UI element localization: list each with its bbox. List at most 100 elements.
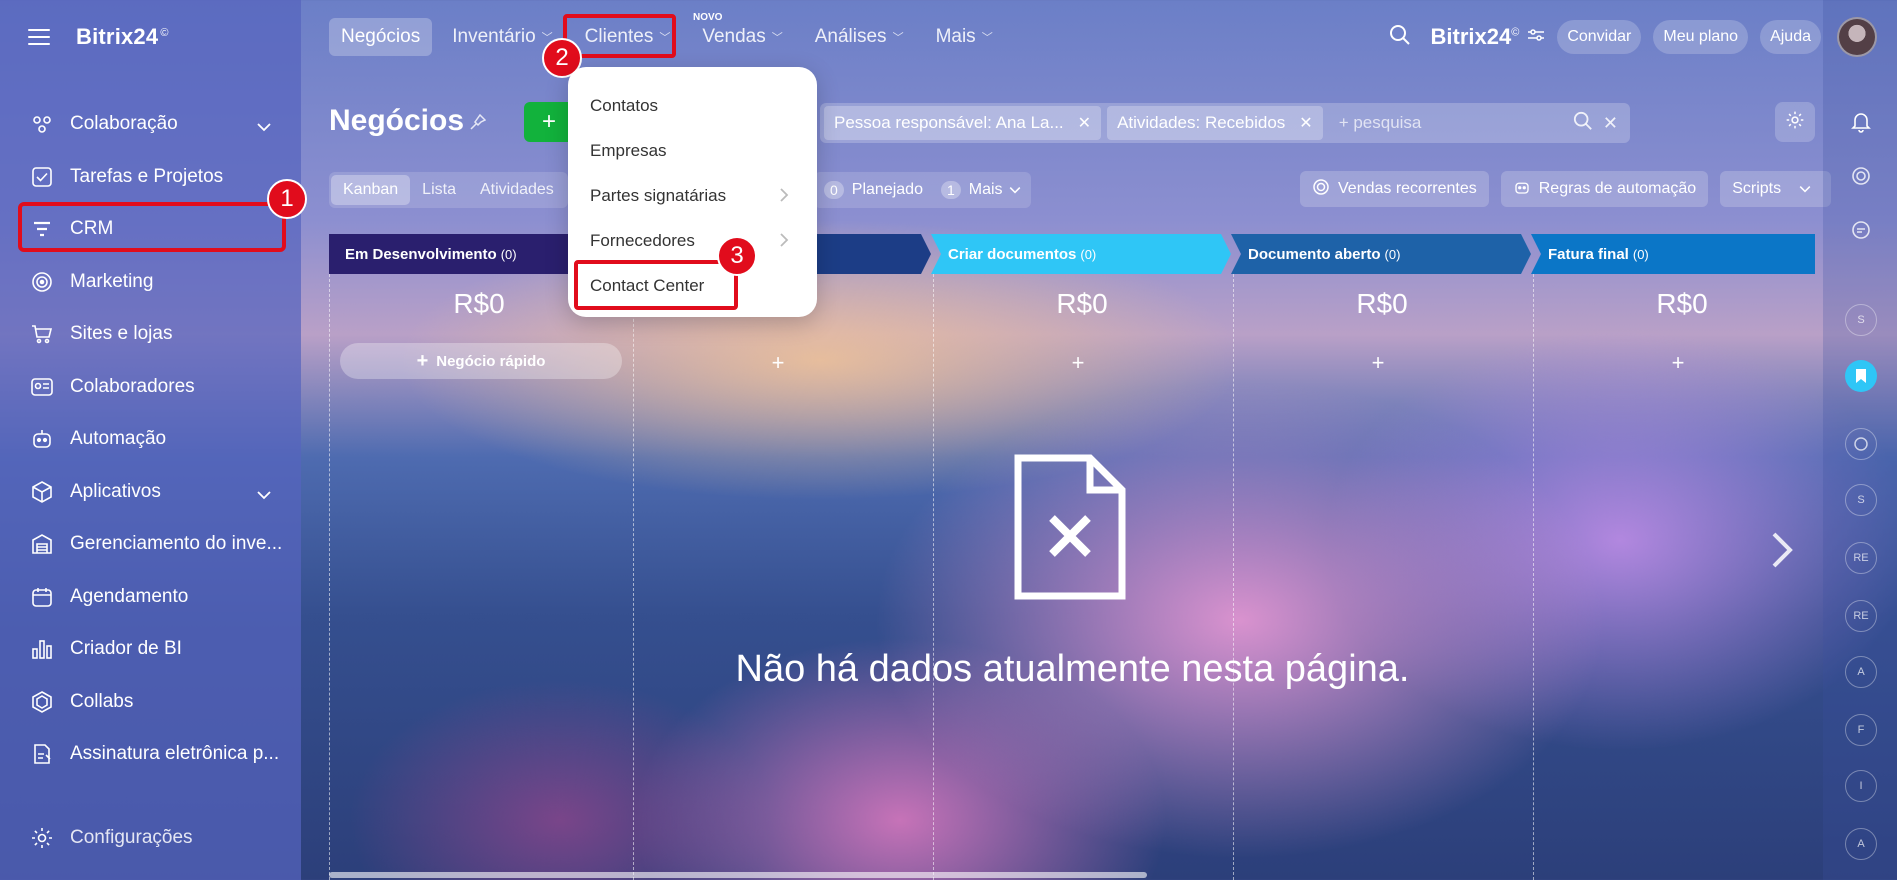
rail-avatar[interactable]: S	[1845, 304, 1877, 336]
menu-icon[interactable]	[28, 29, 50, 45]
menu-item-label: Partes signatárias	[590, 185, 727, 205]
column-divider	[329, 274, 330, 880]
brand-logo-top[interactable]: Bitrix24©	[1431, 24, 1520, 50]
rail-avatar[interactable]: A	[1845, 656, 1877, 688]
sidebar-item-aplicativos[interactable]: Aplicativos	[0, 466, 301, 519]
add-card-button[interactable]: +	[928, 350, 1228, 376]
filter-search-bar[interactable]: Pessoa responsável: Ana La... ✕ Atividade…	[820, 103, 1630, 143]
rail-avatar-icon[interactable]	[1845, 428, 1877, 460]
button-label: Negócio rápido	[436, 352, 546, 370]
menu-item-partes-signatarias[interactable]: Partes signatárias	[568, 173, 817, 218]
pin-icon[interactable]	[470, 113, 487, 135]
filter-chip[interactable]: Pessoa responsável: Ana La... ✕	[824, 106, 1102, 140]
sidebar-item-colaboradores[interactable]: Colaboradores	[0, 361, 301, 414]
rail-avatar[interactable]: I	[1845, 770, 1877, 802]
view-lista[interactable]: Lista	[410, 175, 468, 205]
bookmark-icon[interactable]	[1845, 360, 1877, 392]
stage-header-label: Criar documentos (0)	[948, 245, 1097, 263]
tab-label: Vendas	[702, 26, 766, 47]
help-button[interactable]: Ajuda	[1760, 20, 1821, 54]
contact-center-highlight-box	[574, 260, 738, 310]
view-kanban[interactable]: Kanban	[331, 175, 411, 205]
tab-mais[interactable]: Mais ﹀	[924, 18, 1005, 56]
marketing-icon	[30, 270, 54, 294]
search-icon[interactable]	[1573, 111, 1593, 136]
menu-item-fornecedores[interactable]: Fornecedores	[568, 218, 817, 263]
e-signature-icon	[30, 742, 54, 766]
add-card-button[interactable]: +	[628, 350, 928, 376]
chevron-down-icon[interactable]	[257, 484, 271, 506]
bell-icon[interactable]	[1845, 106, 1877, 138]
left-sidebar: Bitrix24 © Colaboração Tarefas e Projetos…	[0, 0, 301, 880]
search-input[interactable]: + pesquisa	[1339, 113, 1573, 133]
recurring-sales-button[interactable]: Vendas recorrentes	[1300, 171, 1489, 207]
automation-rules-button[interactable]: Regras de automação	[1500, 171, 1709, 207]
menu-item-label: Contatos	[590, 95, 659, 115]
tab-negocios[interactable]: Negócios	[329, 18, 433, 56]
filter-chip[interactable]: Atividades: Recebidos ✕	[1107, 106, 1323, 140]
copilot-icon[interactable]	[1845, 160, 1877, 192]
invite-button[interactable]: Convidar	[1557, 20, 1642, 54]
warehouse-icon	[30, 532, 54, 556]
sidebar-item-label: Colaboração	[70, 113, 178, 135]
more-label[interactable]: Mais	[969, 181, 1003, 199]
brand-logo[interactable]: Bitrix24 ©	[76, 24, 169, 50]
sidebar-item-marketing[interactable]: Marketing	[0, 256, 301, 309]
rail-avatar[interactable]: RE	[1845, 542, 1877, 574]
stage-header-label: Documento aberto (0)	[1248, 245, 1401, 263]
sidebar-item-tarefas[interactable]: Tarefas e Projetos	[0, 151, 301, 204]
rail-avatar[interactable]: RE	[1845, 600, 1877, 632]
sidebar-item-agendamento[interactable]: Agendamento	[0, 571, 301, 624]
rail-avatar[interactable]: A	[1845, 828, 1877, 860]
planned-label[interactable]: Planejado	[852, 181, 923, 199]
sidebar-item-sites[interactable]: Sites e lojas	[0, 308, 301, 361]
top-right-toolbar: Bitrix24© Convidar Meu plano Ajuda	[1389, 17, 1877, 57]
chip-label: Pessoa responsável: Ana La...	[834, 113, 1064, 132]
sidebar-item-label: Automação	[70, 428, 167, 450]
menu-item-contatos[interactable]: Contatos	[568, 83, 817, 128]
chat-icon[interactable]	[1845, 214, 1877, 246]
chevron-right-icon[interactable]	[1770, 530, 1794, 575]
sliders-icon[interactable]	[1527, 28, 1545, 47]
tab-analises[interactable]: Análises ﹀	[803, 18, 916, 56]
quick-deal-button[interactable]: + Negócio rápido	[340, 343, 622, 379]
tab-vendas[interactable]: Vendas ﹀	[690, 18, 794, 56]
stage-header-label: Em Desenvolvimento (0)	[345, 245, 517, 263]
callout-badge-1: 1	[267, 179, 307, 219]
stage-sum: R$0	[1056, 288, 1108, 319]
sidebar-item-label: Tarefas e Projetos	[70, 165, 224, 187]
planned-count: 0	[824, 181, 844, 199]
scripts-button[interactable]: Scripts	[1720, 171, 1832, 207]
sidebar-item-automacao[interactable]: Automação	[0, 413, 301, 466]
rail-avatar[interactable]: S	[1845, 484, 1877, 516]
chip-label: Atividades: Recebidos	[1117, 113, 1286, 132]
settings-button[interactable]	[1775, 102, 1815, 142]
plus-icon: +	[541, 108, 556, 135]
search-icon[interactable]	[1389, 24, 1411, 51]
menu-item-empresas[interactable]: Empresas	[568, 128, 817, 173]
gear-icon	[1785, 110, 1805, 135]
activity-counters: 0 Planejado 1 Mais	[814, 172, 1031, 208]
close-icon[interactable]: ✕	[1299, 113, 1312, 133]
rail-avatar[interactable]: F	[1845, 714, 1877, 746]
right-rail: S S RE RE A F I A	[1823, 0, 1897, 880]
sidebar-item-label: Marketing	[70, 270, 154, 292]
add-deal-button[interactable]: +	[524, 102, 574, 142]
close-icon[interactable]: ✕	[1078, 113, 1091, 133]
chevron-down-icon[interactable]	[257, 116, 271, 138]
horizontal-scrollbar[interactable]	[329, 872, 1147, 878]
sidebar-item-assinatura[interactable]: Assinatura eletrônica p...	[0, 728, 301, 781]
more-count: 1	[940, 181, 961, 199]
stage-sum: R$0	[1356, 288, 1408, 319]
chevron-down-icon[interactable]	[1009, 181, 1021, 199]
my-plan-button[interactable]: Meu plano	[1653, 20, 1749, 54]
sidebar-item-colaboracao[interactable]: Colaboração	[0, 98, 301, 151]
sidebar-item-configuracoes[interactable]: Configurações	[30, 826, 193, 850]
add-card-button[interactable]: +	[1228, 350, 1528, 376]
add-card-button[interactable]: +	[1528, 350, 1828, 376]
clear-icon[interactable]: ✕	[1603, 113, 1618, 134]
sidebar-item-inventario[interactable]: Gerenciamento do inve...	[0, 518, 301, 571]
view-atividades[interactable]: Atividades	[468, 175, 566, 205]
chevron-down-icon: ﹀	[771, 32, 783, 44]
collabs-icon	[30, 690, 54, 714]
